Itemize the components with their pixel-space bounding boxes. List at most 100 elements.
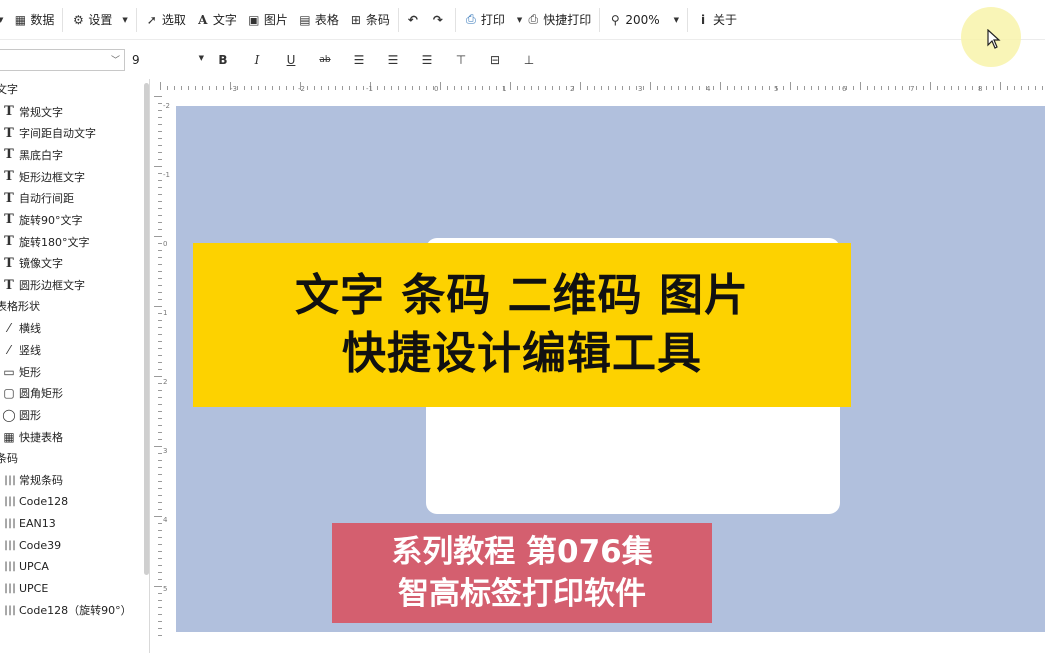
group-header-shapes[interactable]: 表格形状 [0,296,149,318]
underline-button[interactable]: U [274,48,308,72]
palette-item[interactable]: ◯ 圆形 [0,404,149,426]
settings-button[interactable]: ⚙ 设置 ▼ [66,6,132,34]
align-left-button[interactable]: ☰ [342,48,376,72]
print-button[interactable]: ⎙ 打印 [459,6,510,34]
ruler-tick [158,327,162,328]
ruler-tick [748,86,749,90]
ruler-tick [251,86,252,90]
palette-item[interactable]: ||| EAN13 [0,513,149,535]
data-button[interactable]: ▦ 数据 [8,6,59,34]
main-toolbar: ▼ ▦ 数据 ⚙ 设置 ▼ ➚ 选取 A 文字 ▣ 图片 ▤ 表格 ⊞ 条码 ↶ ↷ ⎙ 打印 ▼… [0,0,1045,40]
group-header-text[interactable]: 文字 [0,79,149,101]
palette-item[interactable]: ▢ 圆角矩形 [0,383,149,405]
redo-button[interactable]: ↷ [427,6,452,34]
quick-print-button[interactable]: ▼ ⎙ 快捷打印 [510,6,596,34]
palette-item[interactable]: ||| Code128 [0,491,149,513]
ruler-tick [1014,86,1015,90]
ruler-tick [158,551,162,552]
palette-item[interactable]: T 字间距自动文字 [0,122,149,144]
zoom-dropdown[interactable]: ⚲ 200% ▼ [603,6,684,34]
palette-scrollbar[interactable] [144,83,149,575]
undo-button[interactable]: ↶ [402,6,427,34]
valign-bottom-icon: ⊥ [523,52,535,67]
barcode-tool-button[interactable]: ⊞ 条码 [344,6,395,34]
ruler-label: 4 [706,85,711,93]
palette-item[interactable]: ||| Code128（旋转90°） [0,600,149,622]
ruler-tick [216,86,217,90]
palette-item[interactable]: ||| UPCA [0,556,149,578]
mouse-pointer-icon [987,29,1001,49]
ruler-tick [545,86,546,90]
select-tool-button[interactable]: ➚ 选取 [140,6,191,34]
ruler-label: 8 [978,85,983,93]
ruler-tick [158,152,162,153]
font-name-select[interactable]: ﹀ [0,48,125,71]
ruler-tick [158,467,162,468]
toolbar-dropdown-partial[interactable]: ▼ [0,6,8,34]
text-tool-button[interactable]: A 文字 [191,6,242,34]
valign-middle-button[interactable]: ⊟ [478,48,512,72]
line-icon: ⁄ [7,321,10,336]
ruler-tick [158,229,162,230]
valign-bottom-button[interactable]: ⊥ [512,48,546,72]
ruler-tick [158,495,162,496]
font-size-select[interactable]: 9 ▼ [130,48,206,71]
palette-item[interactable]: ||| Code39 [0,534,149,556]
align-right-button[interactable]: ☰ [410,48,444,72]
align-center-button[interactable]: ☰ [376,48,410,72]
palette-item-label: UPCE [19,582,49,596]
valign-top-button[interactable]: ⊤ [444,48,478,72]
ruler-tick [154,236,162,237]
ruler-tick [158,341,162,342]
strikethrough-button[interactable]: ab [308,48,342,72]
ruler-tick [158,614,162,615]
about-button-label: 关于 [713,13,738,27]
table-tool-button[interactable]: ▤ 表格 [293,6,344,34]
toolbar-separator [397,7,399,32]
group-header-barcode[interactable]: 条码 [0,448,149,470]
palette-item[interactable]: T 旋转180°文字 [0,231,149,253]
ruler-tick [158,390,162,391]
image-icon: ▣ [248,12,260,27]
bold-icon: B [218,52,228,67]
ruler-tick [158,460,162,461]
palette-item[interactable]: ▦ 快捷表格 [0,426,149,448]
palette-item-label: EAN13 [19,517,56,531]
ruler-tick [154,446,162,447]
element-palette: 文字 T 常规文字 T 字间距自动文字 T 黑底白字 T 矩形边框文字 T 自动行间距 T 旋转90°… [0,79,150,653]
image-tool-button[interactable]: ▣ 图片 [242,6,293,34]
palette-item[interactable]: ⁄ 横线 [0,318,149,340]
about-button[interactable]: i 关于 [691,6,742,34]
ruler-tick [158,173,162,174]
text-t-icon: T [4,169,14,185]
palette-item[interactable]: ||| 常规条码 [0,469,149,491]
ruler-tick [158,138,162,139]
palette-item[interactable]: T 黑底白字 [0,144,149,166]
palette-item-label: 黑底白字 [19,148,63,162]
ruler-tick [391,86,392,90]
palette-item[interactable]: T 自动行间距 [0,187,149,209]
italic-button[interactable]: I [240,48,274,72]
palette-item[interactable]: ⁄ 竖线 [0,339,149,361]
palette-item[interactable]: ||| UPCE [0,578,149,600]
palette-item[interactable]: T 圆形边框文字 [0,274,149,296]
palette-item[interactable]: T 矩形边框文字 [0,166,149,188]
ruler-tick [734,86,735,90]
ruler-tick [158,285,162,286]
ruler-tick [594,86,595,90]
ruler-tick [158,271,162,272]
palette-item[interactable]: T 旋转90°文字 [0,209,149,231]
ruler-tick [944,86,945,90]
ruler-tick [158,481,162,482]
ruler-tick [937,86,938,90]
palette-item[interactable]: T 镜像文字 [0,253,149,275]
palette-item-label: 旋转180°文字 [19,235,90,249]
ruler-tick [783,86,784,90]
ruler-tick [1035,86,1036,90]
palette-item[interactable]: T 常规文字 [0,101,149,123]
palette-item[interactable]: ▭ 矩形 [0,361,149,383]
bold-button[interactable]: B [206,48,240,72]
ruler-label: -3 [230,85,237,93]
table-icon: ▦ [3,429,15,444]
ruler-label: -1 [366,85,373,93]
